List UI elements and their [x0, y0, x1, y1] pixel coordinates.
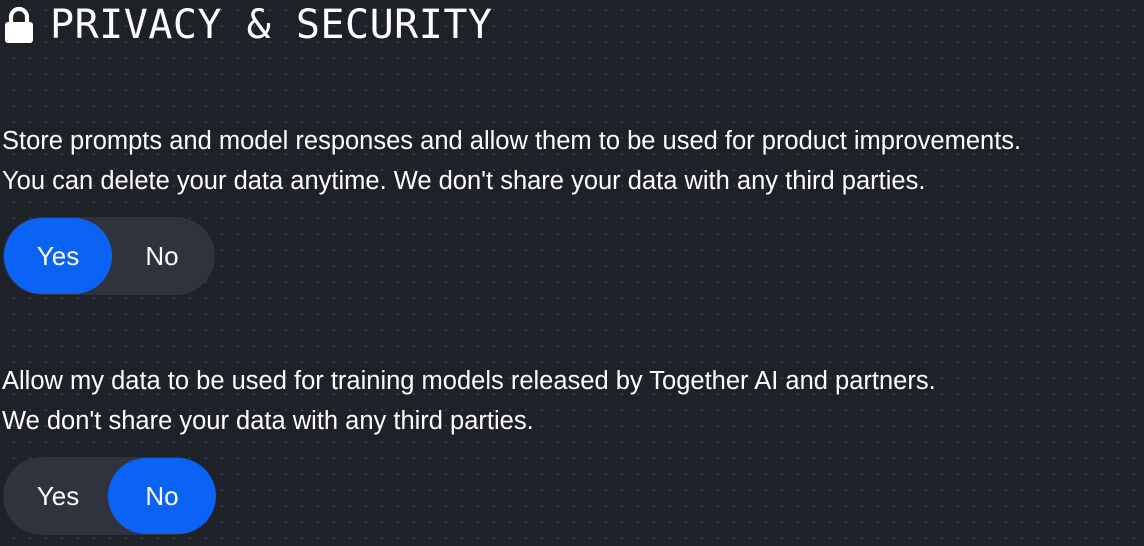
yes-option[interactable]: Yes [4, 218, 112, 294]
setting-description-line: Allow my data to be used for training mo… [2, 367, 936, 395]
setting-description-line: We don't share your data with any third … [2, 407, 534, 435]
setting-product-improvements: Store prompts and model responses and al… [2, 121, 1021, 295]
setting-model-training: Allow my data to be used for training mo… [2, 361, 936, 535]
no-option[interactable]: No [108, 458, 216, 534]
no-option[interactable]: No [108, 218, 216, 294]
setting-description-line: Store prompts and model responses and al… [2, 127, 1022, 155]
section-title: PRIVACY & SECURITY [50, 2, 493, 48]
section-header: PRIVACY & SECURITY [4, 2, 492, 48]
model-training-toggle: Yes No [3, 457, 216, 535]
setting-description-line: You can delete your data anytime. We don… [2, 167, 926, 195]
product-improvements-toggle: Yes No [3, 217, 215, 295]
lock-icon [4, 6, 34, 44]
yes-option[interactable]: Yes [4, 458, 112, 534]
